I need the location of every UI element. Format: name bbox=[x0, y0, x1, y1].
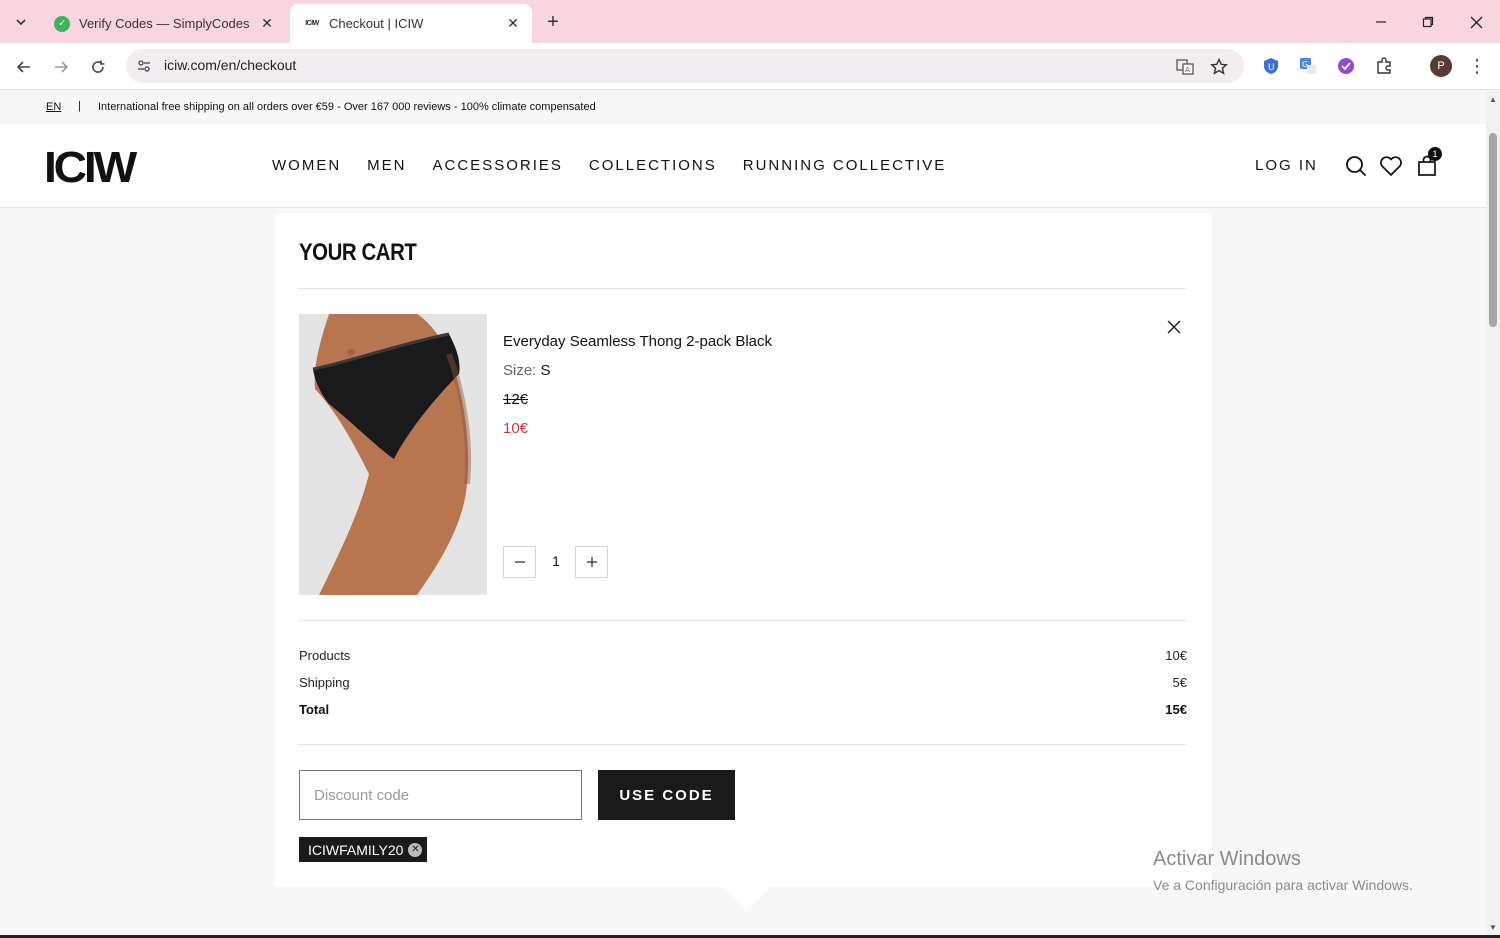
browser-tab-strip: ✓ Verify Codes — SimplyCodes ✕ ICIW Chec… bbox=[0, 0, 1500, 43]
cart-panel: YOUR CART Everyday Seamless Thong 2-pack… bbox=[275, 213, 1212, 887]
tab-checkout-iciw[interactable]: ICIW Checkout | ICIW ✕ bbox=[290, 4, 532, 43]
address-bar[interactable]: iciw.com/en/checkout A bbox=[126, 49, 1244, 83]
site-header: ICIW WOMEN MEN ACCESSORIES COLLECTIONS R… bbox=[0, 124, 1486, 208]
applied-code-text: ICIWFAMILY20 bbox=[308, 841, 404, 858]
close-tab-icon[interactable]: ✕ bbox=[258, 15, 276, 33]
tab-title: Checkout | ICIW bbox=[329, 16, 424, 31]
size-value: S bbox=[540, 362, 551, 379]
quantity-value: 1 bbox=[552, 553, 560, 569]
bookmark-star-icon[interactable] bbox=[1208, 56, 1230, 78]
announcement-message: International free shipping on all order… bbox=[98, 101, 596, 113]
language-selector[interactable]: EN bbox=[46, 101, 61, 113]
product-size: Size: S bbox=[503, 362, 551, 379]
discount-code-input[interactable] bbox=[299, 770, 582, 820]
scrollbar-thumb[interactable] bbox=[1489, 133, 1497, 327]
nav-item-collections[interactable]: COLLECTIONS bbox=[589, 157, 717, 174]
nav-item-men[interactable]: MEN bbox=[367, 157, 406, 174]
cart-count-badge: 1 bbox=[1428, 147, 1442, 161]
total-value: 15€ bbox=[1165, 702, 1187, 717]
browser-menu-icon[interactable]: ⋮ bbox=[1466, 53, 1488, 79]
iciw-logo[interactable]: ICIW bbox=[44, 146, 137, 190]
minimize-window-icon[interactable] bbox=[1366, 8, 1396, 36]
site-settings-icon[interactable] bbox=[136, 58, 152, 74]
scroll-down-arrow-icon[interactable]: ▼ bbox=[1488, 922, 1498, 932]
remove-item-close-icon[interactable] bbox=[1163, 316, 1185, 338]
iciw-favicon-icon: ICIW bbox=[305, 20, 319, 27]
main-navigation: WOMEN MEN ACCESSORIES COLLECTIONS RUNNIN… bbox=[272, 157, 972, 174]
close-window-icon[interactable] bbox=[1461, 8, 1491, 36]
reload-icon[interactable] bbox=[84, 53, 112, 81]
page-scrollbar[interactable]: ▲ ▼ bbox=[1486, 91, 1500, 938]
new-tab-plus-icon[interactable]: + bbox=[540, 9, 566, 35]
profile-avatar[interactable]: P bbox=[1430, 55, 1452, 77]
purple-extension-icon[interactable] bbox=[1335, 55, 1357, 77]
login-link[interactable]: LOG IN bbox=[1255, 157, 1318, 174]
url-text: iciw.com/en/checkout bbox=[164, 57, 297, 73]
cart-title: YOUR CART bbox=[299, 239, 417, 266]
wishlist-heart-icon[interactable] bbox=[1378, 153, 1404, 179]
nav-item-women[interactable]: WOMEN bbox=[272, 157, 341, 174]
restore-window-icon[interactable] bbox=[1413, 8, 1443, 36]
watermark-title: Activar Windows bbox=[1153, 848, 1301, 870]
divider bbox=[299, 620, 1187, 621]
products-label: Products bbox=[299, 648, 351, 663]
forward-arrow-icon[interactable] bbox=[47, 53, 75, 81]
nav-item-running-collective[interactable]: RUNNING COLLECTIVE bbox=[743, 157, 947, 174]
watermark-subtitle: Ve a Configuración para activar Windows. bbox=[1153, 877, 1413, 893]
tab-title: Verify Codes — SimplyCodes bbox=[79, 16, 250, 31]
svg-text:U: U bbox=[1268, 63, 1275, 73]
announcement-bar: EN | International free shipping on all … bbox=[0, 91, 1486, 124]
shipping-label: Shipping bbox=[299, 675, 350, 690]
shopping-bag-icon[interactable]: 1 bbox=[1414, 147, 1442, 179]
scroll-up-arrow-icon[interactable]: ▲ bbox=[1488, 94, 1498, 104]
browser-toolbar: iciw.com/en/checkout A U G P ⋮ bbox=[0, 43, 1500, 90]
applied-discount-chip: ICIWFAMILY20 ✕ bbox=[299, 837, 428, 862]
products-value: 10€ bbox=[1165, 648, 1187, 663]
original-price: 12€ bbox=[503, 391, 529, 408]
sale-price: 10€ bbox=[503, 420, 529, 437]
nav-item-accessories[interactable]: ACCESSORIES bbox=[433, 157, 563, 174]
panel-pointer-arrow bbox=[722, 887, 770, 911]
decrease-quantity-button[interactable] bbox=[503, 546, 536, 578]
shipping-value: 5€ bbox=[1172, 675, 1187, 690]
extensions-puzzle-icon[interactable] bbox=[1373, 55, 1395, 77]
close-tab-icon[interactable]: ✕ bbox=[504, 15, 522, 33]
search-icon[interactable] bbox=[1343, 153, 1369, 179]
windows-activation-watermark: Activar Windows Ve a Configuración para … bbox=[1153, 848, 1413, 893]
increase-quantity-button[interactable] bbox=[575, 546, 608, 578]
announcement-separator: | bbox=[78, 100, 81, 112]
product-name[interactable]: Everyday Seamless Thong 2-pack Black bbox=[503, 333, 772, 350]
tab-simplycodes[interactable]: ✓ Verify Codes — SimplyCodes ✕ bbox=[40, 4, 286, 43]
google-translate-extension-icon[interactable]: G bbox=[1297, 55, 1319, 77]
back-arrow-icon[interactable] bbox=[10, 53, 38, 81]
svg-text:A: A bbox=[1185, 66, 1190, 74]
translate-icon[interactable]: A bbox=[1174, 56, 1196, 78]
page-viewport: EN | International free shipping on all … bbox=[0, 91, 1486, 938]
simplycodes-favicon-icon: ✓ bbox=[54, 15, 70, 32]
divider bbox=[299, 288, 1187, 289]
product-image[interactable] bbox=[299, 314, 487, 595]
remove-code-icon[interactable]: ✕ bbox=[408, 842, 423, 857]
divider bbox=[299, 744, 1187, 745]
shield-extension-icon[interactable]: U bbox=[1260, 55, 1282, 77]
use-code-button[interactable]: USE CODE bbox=[598, 770, 735, 820]
total-label: Total bbox=[299, 702, 330, 717]
size-label: Size: bbox=[503, 362, 537, 379]
tab-search-chevron-icon[interactable] bbox=[8, 9, 34, 35]
